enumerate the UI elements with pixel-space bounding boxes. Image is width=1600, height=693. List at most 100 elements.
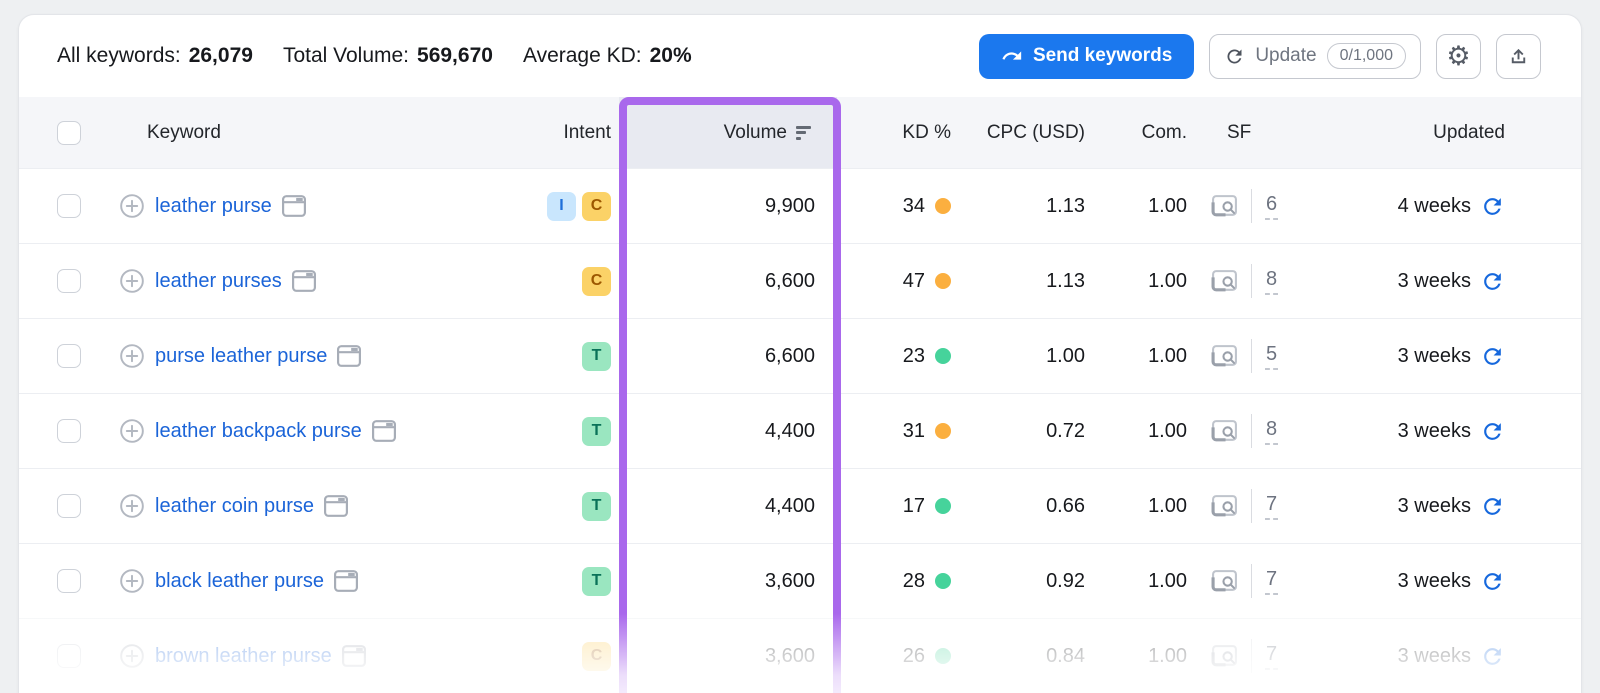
divider: [1251, 414, 1252, 448]
row-checkbox[interactable]: [57, 344, 81, 368]
serp-page-icon[interactable]: [337, 345, 362, 367]
add-keyword-plus-icon[interactable]: [119, 268, 145, 294]
table-row[interactable]: black leather purse T 3,600 28 0.92 1.00…: [19, 543, 1581, 618]
keyword-link[interactable]: leather coin purse: [155, 495, 314, 518]
intent-badge-T[interactable]: T: [582, 341, 611, 371]
column-header-volume[interactable]: Volume: [619, 97, 837, 168]
serp-features-preview-icon[interactable]: [1211, 269, 1238, 294]
updated-value: 3 weeks: [1397, 644, 1471, 667]
column-header-sf[interactable]: SF: [1197, 122, 1347, 144]
volume-value: 6,600: [764, 269, 815, 292]
column-header-updated[interactable]: Updated: [1347, 122, 1521, 144]
table-body: leather purse IC 9,900 34 1.13 1.00 6 4 …: [19, 168, 1581, 693]
row-checkbox[interactable]: [57, 419, 81, 443]
sf-count[interactable]: 7: [1265, 493, 1279, 520]
serp-features-preview-icon[interactable]: [1211, 194, 1238, 219]
column-header-cpc[interactable]: CPC (USD): [967, 122, 1097, 144]
intent-badge-I[interactable]: I: [547, 191, 576, 221]
refresh-icon[interactable]: [1480, 194, 1505, 219]
refresh-icon[interactable]: [1480, 644, 1505, 669]
summary-stats: All keywords: 26,079 Total Volume: 569,6…: [57, 44, 692, 68]
row-checkbox[interactable]: [57, 194, 81, 218]
settings-button[interactable]: ⚙: [1436, 33, 1481, 79]
row-checkbox[interactable]: [57, 644, 81, 668]
select-all-checkbox[interactable]: [57, 120, 81, 145]
sf-count[interactable]: 7: [1265, 643, 1279, 670]
cpc-value: 0.84: [1046, 644, 1085, 667]
divider: [1251, 189, 1252, 223]
serp-page-icon[interactable]: [341, 645, 366, 667]
intent-badges: T: [519, 566, 619, 596]
refresh-icon[interactable]: [1480, 344, 1505, 369]
column-header-keyword[interactable]: Keyword: [119, 122, 519, 144]
cpc-value: 1.00: [1046, 344, 1085, 367]
serp-features-preview-icon[interactable]: [1211, 644, 1238, 669]
intent-badge-C[interactable]: C: [582, 191, 611, 221]
sf-count[interactable]: 6: [1265, 193, 1279, 220]
volume-value: 6,600: [764, 344, 815, 367]
volume-header-label: Volume: [723, 121, 787, 143]
intent-badge-C[interactable]: C: [582, 641, 611, 671]
table-row[interactable]: purse leather purse T 6,600 23 1.00 1.00…: [19, 318, 1581, 393]
intent-badge-T[interactable]: T: [582, 416, 611, 446]
kd-difficulty-dot: [935, 198, 951, 214]
add-keyword-plus-icon[interactable]: [119, 568, 145, 594]
add-keyword-plus-icon[interactable]: [119, 418, 145, 444]
serp-features-preview-icon[interactable]: [1211, 419, 1238, 444]
column-header-intent[interactable]: Intent: [519, 122, 619, 144]
kd-value: 47: [902, 269, 925, 292]
serp-page-icon[interactable]: [323, 495, 348, 517]
add-keyword-plus-icon[interactable]: [119, 343, 145, 369]
add-keyword-plus-icon[interactable]: [119, 493, 145, 519]
table-row[interactable]: leather purses C 6,600 47 1.13 1.00 8 3 …: [19, 243, 1581, 318]
serp-features-preview-icon[interactable]: [1211, 344, 1238, 369]
serp-features-preview-icon[interactable]: [1211, 569, 1238, 594]
row-checkbox[interactable]: [57, 269, 81, 293]
keyword-link[interactable]: brown leather purse: [155, 645, 332, 668]
refresh-icon[interactable]: [1480, 569, 1505, 594]
intent-badge-C[interactable]: C: [582, 266, 611, 296]
table-row[interactable]: leather purse IC 9,900 34 1.13 1.00 6 4 …: [19, 168, 1581, 243]
keyword-link[interactable]: black leather purse: [155, 570, 324, 593]
refresh-icon[interactable]: [1480, 269, 1505, 294]
table-row[interactable]: leather backpack purse T 4,400 31 0.72 1…: [19, 393, 1581, 468]
serp-page-icon[interactable]: [333, 570, 358, 592]
send-keywords-button[interactable]: Send keywords: [978, 33, 1195, 79]
kd-difficulty-dot: [935, 648, 951, 664]
update-button[interactable]: Update 0/1,000: [1209, 33, 1421, 79]
table-row[interactable]: brown leather purse C 3,600 26 0.84 1.00…: [19, 618, 1581, 693]
row-checkbox[interactable]: [57, 494, 81, 518]
sf-count[interactable]: 5: [1265, 343, 1279, 370]
add-keyword-plus-icon[interactable]: [119, 193, 145, 219]
divider: [1251, 489, 1252, 523]
volume-value: 9,900: [764, 194, 815, 217]
keyword-link[interactable]: leather backpack purse: [155, 420, 362, 443]
table-row[interactable]: leather coin purse T 4,400 17 0.66 1.00 …: [19, 468, 1581, 543]
add-keyword-plus-icon[interactable]: [119, 643, 145, 669]
com-value: 1.00: [1148, 344, 1187, 367]
update-label: Update: [1255, 45, 1317, 66]
keyword-link[interactable]: purse leather purse: [155, 345, 327, 368]
sf-count[interactable]: 7: [1265, 568, 1279, 595]
refresh-icon[interactable]: [1480, 419, 1505, 444]
export-button[interactable]: [1496, 33, 1541, 79]
stat-total-volume: Total Volume: 569,670: [283, 44, 493, 68]
sf-count[interactable]: 8: [1265, 418, 1279, 445]
row-checkbox[interactable]: [57, 569, 81, 593]
kd-difficulty-dot: [935, 498, 951, 514]
keyword-link[interactable]: leather purses: [155, 270, 282, 293]
keyword-link[interactable]: leather purse: [155, 195, 272, 218]
column-header-com[interactable]: Com.: [1097, 122, 1197, 144]
kd-value: 26: [902, 644, 925, 667]
serp-features-preview-icon[interactable]: [1211, 494, 1238, 519]
column-header-kd[interactable]: KD %: [837, 122, 967, 144]
serp-page-icon[interactable]: [291, 270, 316, 292]
intent-badge-T[interactable]: T: [582, 566, 611, 596]
refresh-icon[interactable]: [1480, 494, 1505, 519]
com-value: 1.00: [1148, 644, 1187, 667]
divider: [1251, 639, 1252, 673]
sf-count[interactable]: 8: [1265, 268, 1279, 295]
serp-page-icon[interactable]: [371, 420, 396, 442]
serp-page-icon[interactable]: [281, 195, 306, 217]
intent-badge-T[interactable]: T: [582, 491, 611, 521]
